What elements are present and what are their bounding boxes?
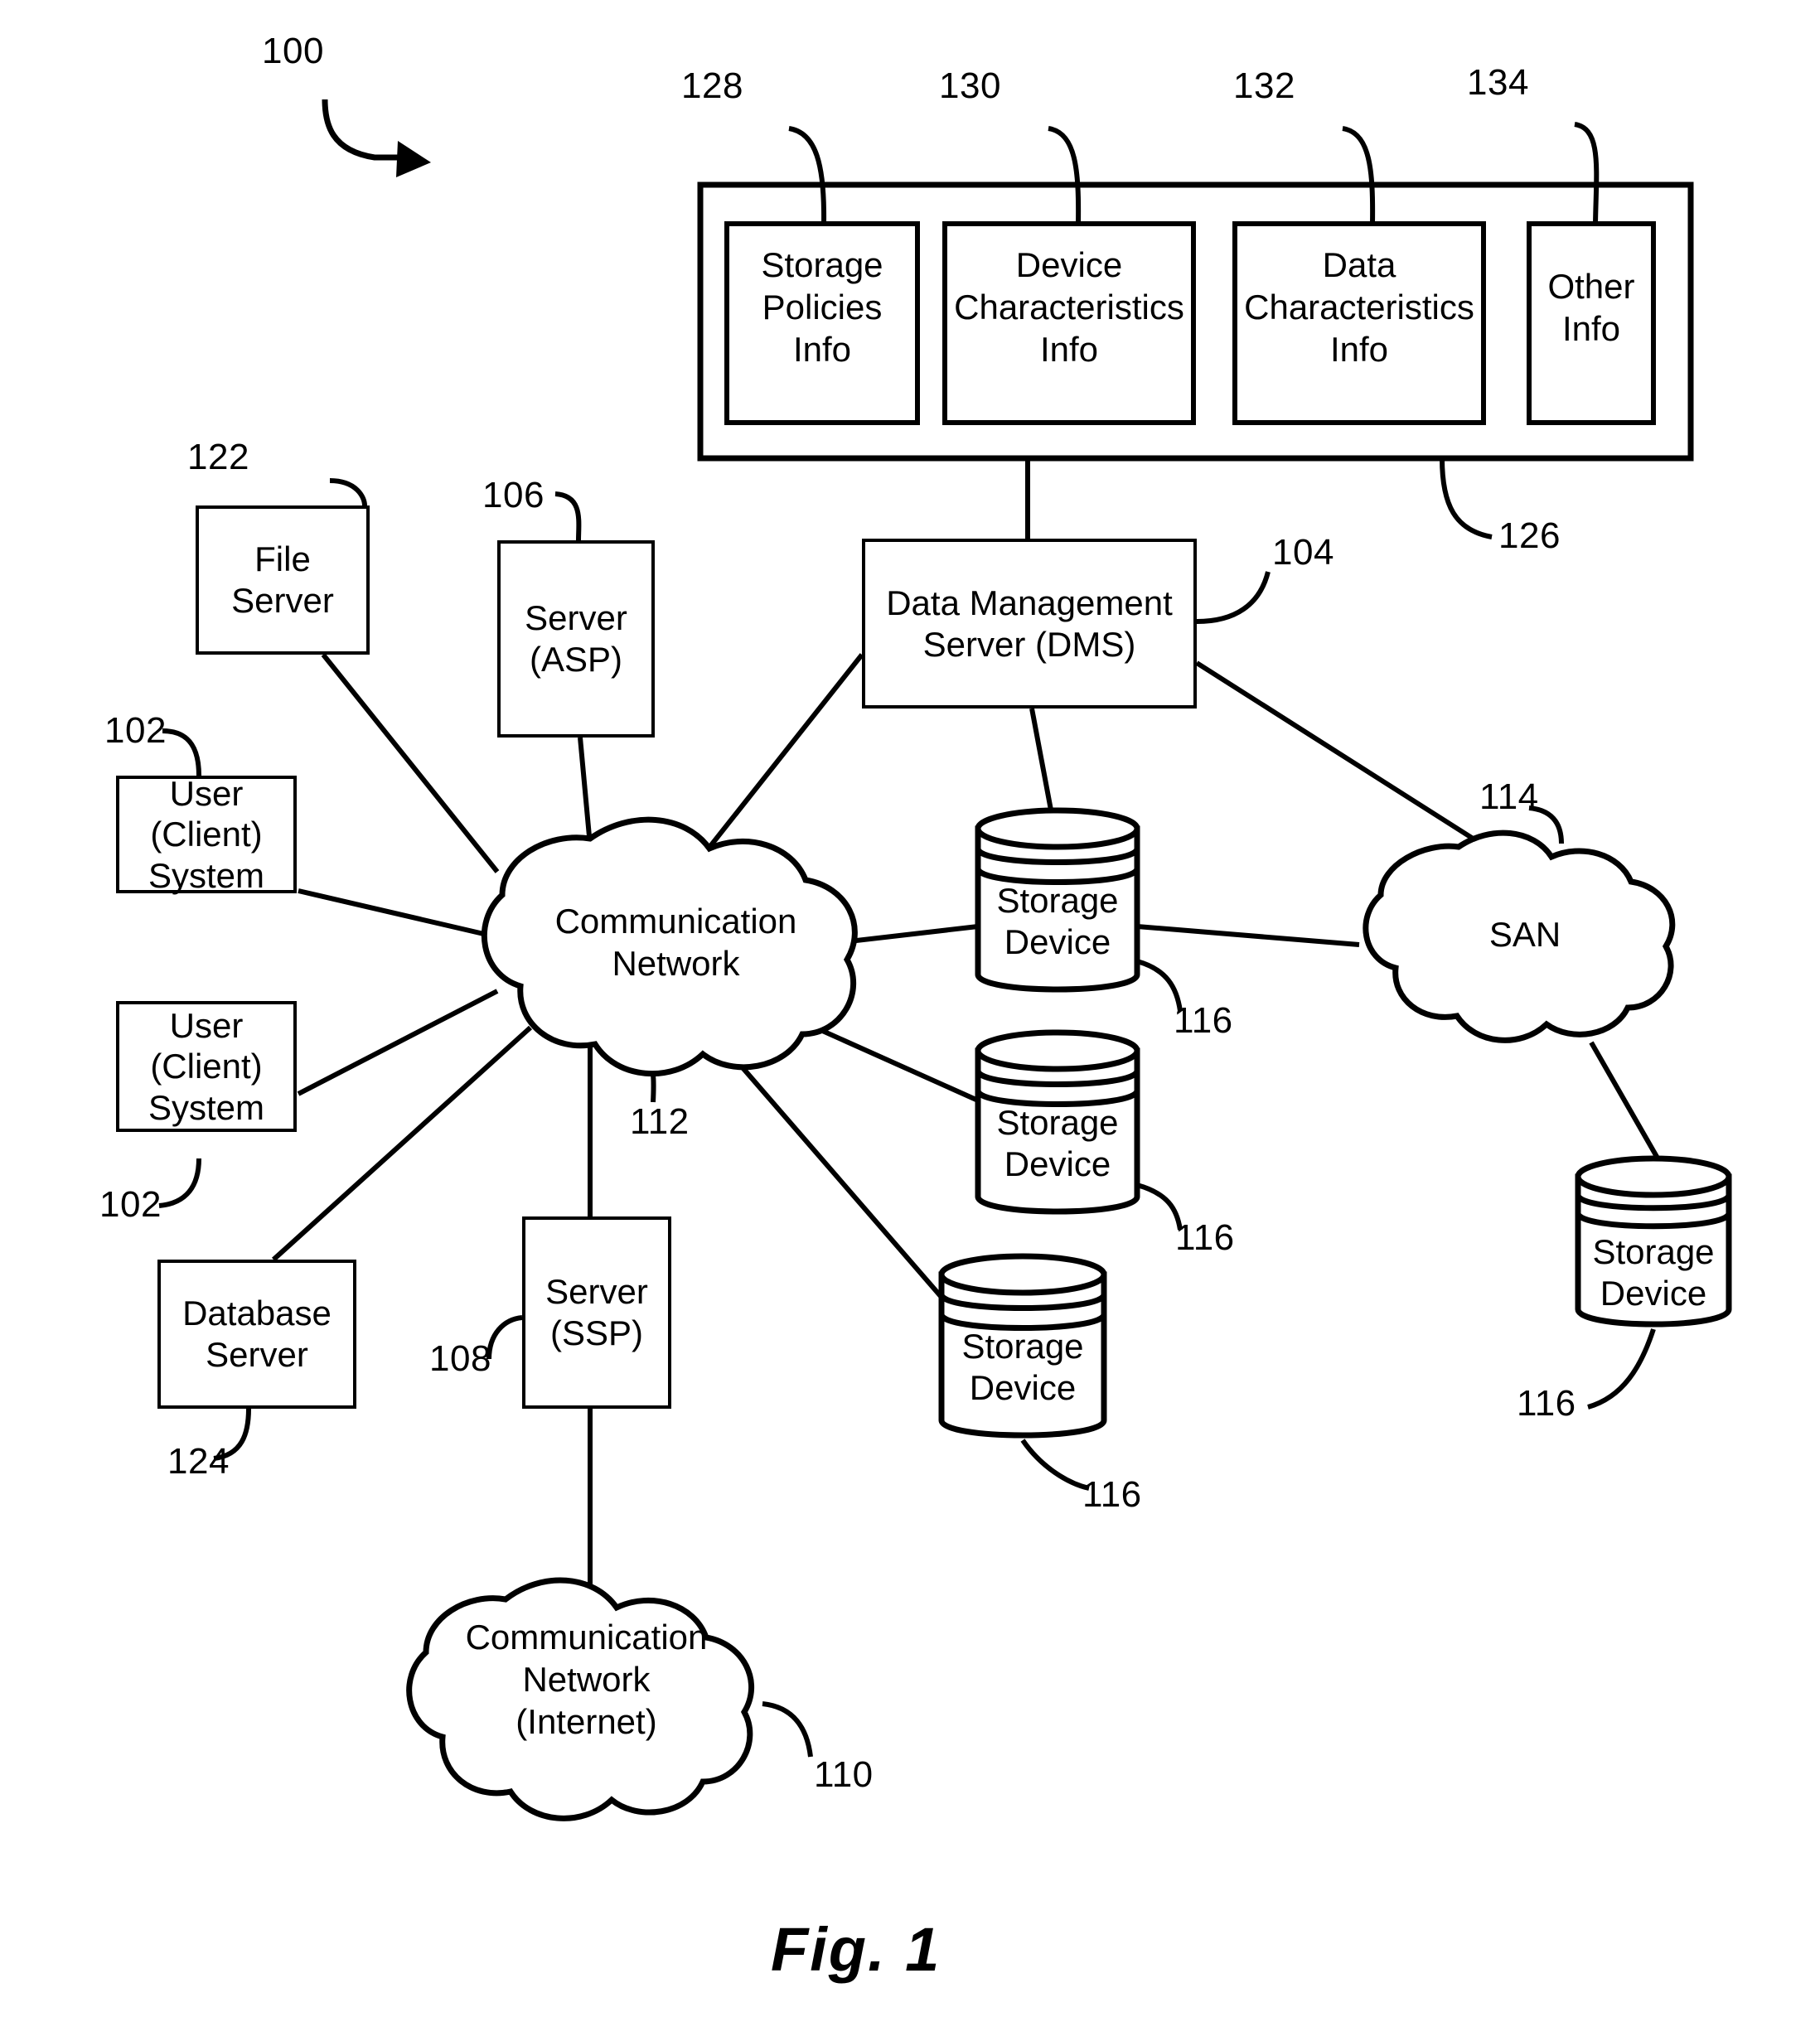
storage-device-cylinder — [938, 1253, 1107, 1439]
info-box-leader-lines — [788, 122, 1600, 225]
node-label: User (Client) System — [148, 1005, 265, 1127]
system-ref-arrow — [322, 99, 431, 177]
storage-device-cylinder — [975, 807, 1140, 993]
device-characteristics-info-box — [942, 221, 1196, 425]
ref-label-132: 132 — [1233, 65, 1295, 106]
system-ref-label: 100 — [262, 31, 324, 71]
ref-label-108: 108 — [429, 1338, 491, 1379]
node-label: Data Management Server (DMS) — [886, 583, 1173, 664]
ref-label-126: 126 — [1498, 515, 1561, 556]
ref-label-102-lower: 102 — [99, 1184, 162, 1225]
storage-device-cylinder — [1575, 1155, 1732, 1328]
communication-network-cloud — [481, 816, 858, 1077]
server-ssp-ref-leader — [486, 1315, 523, 1360]
ref-label-124: 124 — [167, 1441, 230, 1482]
node-database-server[interactable]: Database Server — [157, 1260, 356, 1409]
ref-label-106: 106 — [482, 475, 545, 515]
ref-label-116-3: 116 — [1082, 1474, 1142, 1515]
node-label: Server (SSP) — [545, 1272, 648, 1352]
node-label: Server (ASP) — [525, 598, 627, 679]
ref-label-128: 128 — [681, 65, 743, 106]
node-server-ssp[interactable]: Server (SSP) — [522, 1216, 671, 1409]
ref-label-114: 114 — [1479, 776, 1539, 817]
storage-policies-info-box — [724, 221, 920, 425]
ref-label-130: 130 — [939, 65, 1001, 106]
ref-label-116-4: 116 — [1517, 1383, 1576, 1424]
server-asp-ref-leader — [554, 491, 582, 541]
node-server-asp[interactable]: Server (ASP) — [497, 540, 655, 738]
container-ref-leader — [1440, 457, 1493, 539]
node-label: Database Server — [182, 1294, 332, 1374]
data-characteristics-info-box — [1232, 221, 1486, 425]
ref-label-110: 110 — [814, 1754, 874, 1795]
ref-label-102-upper: 102 — [104, 710, 167, 751]
figure-caption: Fig. 1 — [771, 1915, 941, 1984]
node-user-client-system-2[interactable]: User (Client) System — [116, 1001, 297, 1132]
ref-label-116-1: 116 — [1174, 1000, 1233, 1041]
ref-label-134: 134 — [1467, 62, 1529, 103]
ref-label-116-2: 116 — [1175, 1217, 1235, 1258]
internet-cloud — [406, 1577, 755, 1821]
internet-ref-leader — [762, 1701, 813, 1758]
other-info-box — [1527, 221, 1656, 425]
node-file-server[interactable]: File Server — [196, 505, 370, 655]
ref-label-122: 122 — [187, 437, 249, 477]
node-user-client-system-1[interactable]: User (Client) System — [116, 774, 297, 895]
storage-device-cylinder — [975, 1029, 1140, 1215]
san-cloud — [1363, 829, 1676, 1043]
dms-ref-leader — [1196, 571, 1271, 624]
network-links — [271, 653, 1665, 1589]
ref-label-104: 104 — [1272, 532, 1334, 573]
user-client-1-ref-leader — [162, 728, 201, 776]
node-label: User (Client) System — [148, 773, 265, 895]
ref-label-112: 112 — [630, 1101, 690, 1142]
node-data-management-server[interactable]: Data Management Server (DMS) — [862, 539, 1197, 709]
file-server-ref-leader — [329, 478, 367, 506]
node-label: File Server — [231, 539, 334, 620]
user-client-2-ref-leader — [158, 1158, 201, 1208]
